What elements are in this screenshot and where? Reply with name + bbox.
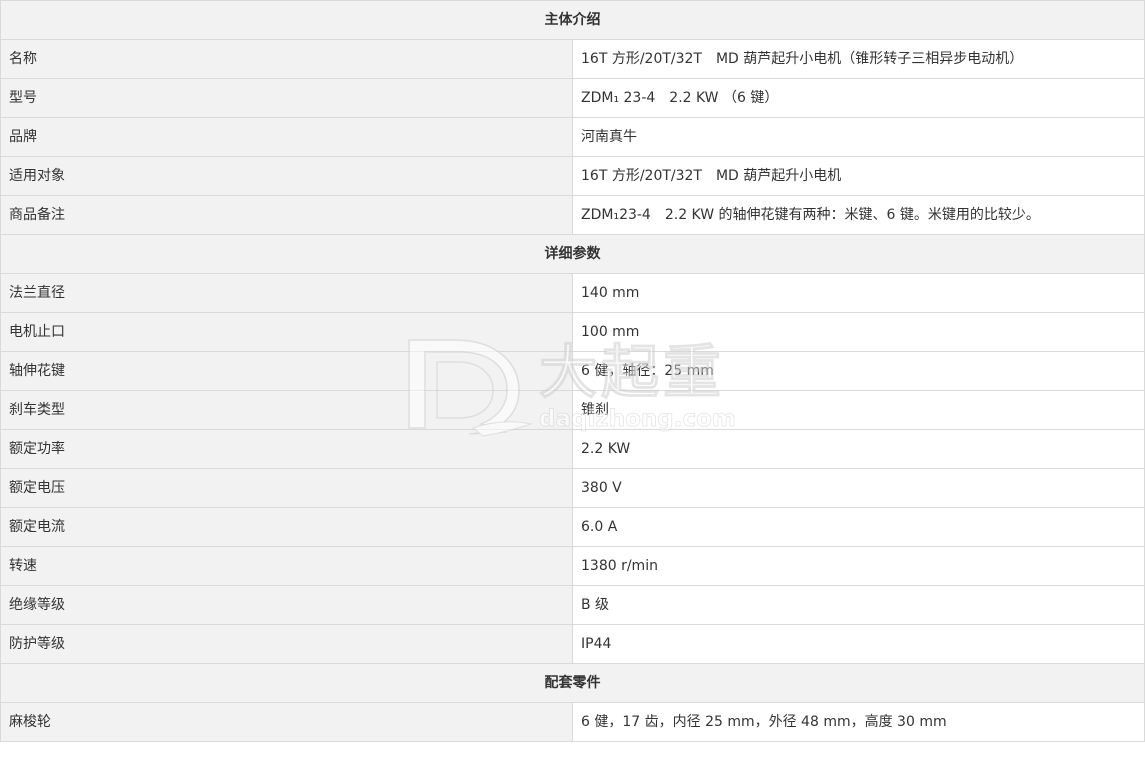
table-row: 品牌 河南真牛 — [0, 117, 1145, 157]
row-value: IP44 — [572, 624, 1145, 664]
row-value: 380 V — [572, 468, 1145, 508]
row-label: 名称 — [0, 39, 573, 79]
table-row: 转速 1380 r/min — [0, 546, 1145, 586]
row-label: 适用对象 — [0, 156, 573, 196]
row-label: 额定电压 — [0, 468, 573, 508]
section-title-parts: 配套零件 — [0, 663, 1145, 703]
row-value: B 级 — [572, 585, 1145, 625]
table-row: 轴伸花键 6 健，轴径：25 mm — [0, 351, 1145, 391]
row-value: 100 mm — [572, 312, 1145, 352]
table-row: 名称 16T 方形/20T/32T MD 葫芦起升小电机（锥形转子三相异步电动机… — [0, 39, 1145, 79]
row-value: 1380 r/min — [572, 546, 1145, 586]
section-header-row: 配套零件 — [0, 663, 1145, 703]
row-label: 商品备注 — [0, 195, 573, 235]
row-value: ZDM₁23-4 2.2 KW 的轴伸花键有两种：米键、6 键。米键用的比较少。 — [572, 195, 1145, 235]
table-row: 商品备注 ZDM₁23-4 2.2 KW 的轴伸花键有两种：米键、6 键。米键用… — [0, 195, 1145, 235]
row-label: 麻梭轮 — [0, 702, 573, 742]
table-row: 型号 ZDM₁ 23-4 2.2 KW （6 键） — [0, 78, 1145, 118]
table-row: 额定电流 6.0 A — [0, 507, 1145, 547]
row-label: 刹车类型 — [0, 390, 573, 430]
row-label: 额定电流 — [0, 507, 573, 547]
table-row: 额定功率 2.2 KW — [0, 429, 1145, 469]
section-header-row: 主体介绍 — [0, 0, 1145, 40]
row-value: 锥刹 — [572, 390, 1145, 430]
table-row: 适用对象 16T 方形/20T/32T MD 葫芦起升小电机 — [0, 156, 1145, 196]
table-row: 法兰直径 140 mm — [0, 273, 1145, 313]
row-value: 6 健，轴径：25 mm — [572, 351, 1145, 391]
table-row: 绝缘等级 B 级 — [0, 585, 1145, 625]
section-title-params: 详细参数 — [0, 234, 1145, 274]
spec-table: 主体介绍 名称 16T 方形/20T/32T MD 葫芦起升小电机（锥形转子三相… — [0, 0, 1145, 742]
row-value: 16T 方形/20T/32T MD 葫芦起升小电机 — [572, 156, 1145, 196]
row-value: 16T 方形/20T/32T MD 葫芦起升小电机（锥形转子三相异步电动机） — [572, 39, 1145, 79]
section-title-intro: 主体介绍 — [0, 0, 1145, 40]
row-label: 法兰直径 — [0, 273, 573, 313]
row-label: 绝缘等级 — [0, 585, 573, 625]
row-value: 6 健，17 齿，内径 25 mm，外径 48 mm，高度 30 mm — [572, 702, 1145, 742]
table-row: 麻梭轮 6 健，17 齿，内径 25 mm，外径 48 mm，高度 30 mm — [0, 702, 1145, 742]
row-label: 品牌 — [0, 117, 573, 157]
row-value: 2.2 KW — [572, 429, 1145, 469]
table-row: 刹车类型 锥刹 — [0, 390, 1145, 430]
section-header-row: 详细参数 — [0, 234, 1145, 274]
row-label: 防护等级 — [0, 624, 573, 664]
row-label: 额定功率 — [0, 429, 573, 469]
row-label: 电机止口 — [0, 312, 573, 352]
table-row: 额定电压 380 V — [0, 468, 1145, 508]
row-value: 6.0 A — [572, 507, 1145, 547]
row-label: 转速 — [0, 546, 573, 586]
row-value: 河南真牛 — [572, 117, 1145, 157]
row-label: 型号 — [0, 78, 573, 118]
table-row: 防护等级 IP44 — [0, 624, 1145, 664]
table-row: 电机止口 100 mm — [0, 312, 1145, 352]
row-label: 轴伸花键 — [0, 351, 573, 391]
row-value: 140 mm — [572, 273, 1145, 313]
row-value: ZDM₁ 23-4 2.2 KW （6 键） — [572, 78, 1145, 118]
